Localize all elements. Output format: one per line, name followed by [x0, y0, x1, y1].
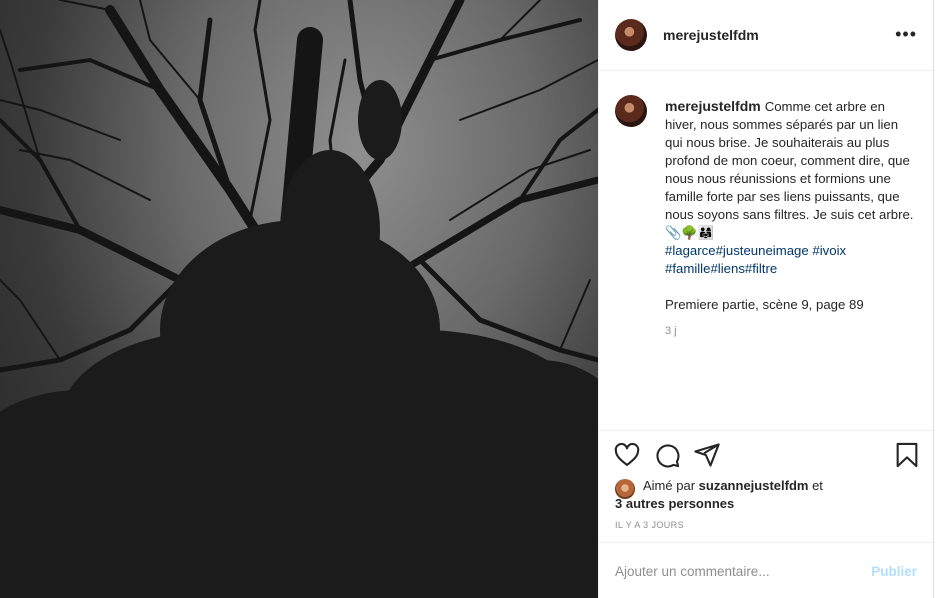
publish-button[interactable]: Publier: [871, 564, 917, 579]
likes-summary: Aimé par suzannejustelfdm et 3 autres pe…: [615, 477, 915, 513]
hashtag-link[interactable]: #lagarce: [665, 243, 716, 258]
tree-silhouette-image: [0, 0, 598, 598]
bookmark-icon[interactable]: [893, 441, 921, 469]
hashtag-line-2: #famille#liens#filtre: [665, 261, 777, 276]
post-photo[interactable]: [0, 0, 598, 598]
post-date[interactable]: IL Y A 3 JOURS: [615, 520, 684, 530]
author-avatar[interactable]: [615, 19, 647, 51]
liker-avatar[interactable]: [615, 479, 635, 499]
action-bar: Aimé par suzannejustelfdm et 3 autres pe…: [599, 430, 933, 542]
liker-username[interactable]: suzannejustelfdm: [699, 478, 809, 493]
comment-input[interactable]: [615, 564, 845, 579]
caption-scene-reference: Premiere partie, scène 9, page 89: [665, 297, 864, 312]
author-username[interactable]: merejustelfdm: [663, 27, 759, 43]
post-caption: merejustelfdm Comme cet arbre en hiver, n…: [665, 97, 915, 314]
post-side-panel: merejustelfdm ••• merejustelfdm Comme cet…: [598, 0, 934, 598]
add-comment-bar: Publier: [599, 542, 933, 598]
hashtag-link[interactable]: #famille: [665, 261, 710, 276]
post-header: merejustelfdm •••: [599, 0, 933, 71]
likes-prefix: Aimé par: [643, 478, 696, 493]
likes-others-link[interactable]: 3 autres personnes: [615, 495, 915, 513]
hashtag-link[interactable]: #filtre: [745, 261, 777, 276]
hashtag-link[interactable]: #liens: [710, 261, 744, 276]
caption-text: Comme cet arbre en hiver, nous sommes sé…: [665, 99, 914, 240]
comments-section: merejustelfdm Comme cet arbre en hiver, n…: [599, 72, 933, 430]
hashtag-link[interactable]: #justeuneimage: [716, 243, 809, 258]
hashtag-line-1: #lagarce#justeuneimage #ivoix: [665, 243, 846, 258]
more-options-icon[interactable]: •••: [895, 24, 917, 45]
share-icon[interactable]: [693, 441, 721, 469]
hashtag-link[interactable]: #ivoix: [812, 243, 846, 258]
caption-username[interactable]: merejustelfdm: [665, 98, 761, 114]
likes-suffix: et: [812, 478, 823, 493]
heart-icon[interactable]: [613, 441, 641, 469]
caption-timestamp[interactable]: 3 j: [665, 325, 677, 337]
caption-author-avatar[interactable]: [615, 95, 647, 127]
instagram-post-view: merejustelfdm ••• merejustelfdm Comme cet…: [0, 0, 936, 598]
likes-text: Aimé par suzannejustelfdm et: [615, 477, 915, 495]
comment-icon[interactable]: [653, 441, 681, 469]
